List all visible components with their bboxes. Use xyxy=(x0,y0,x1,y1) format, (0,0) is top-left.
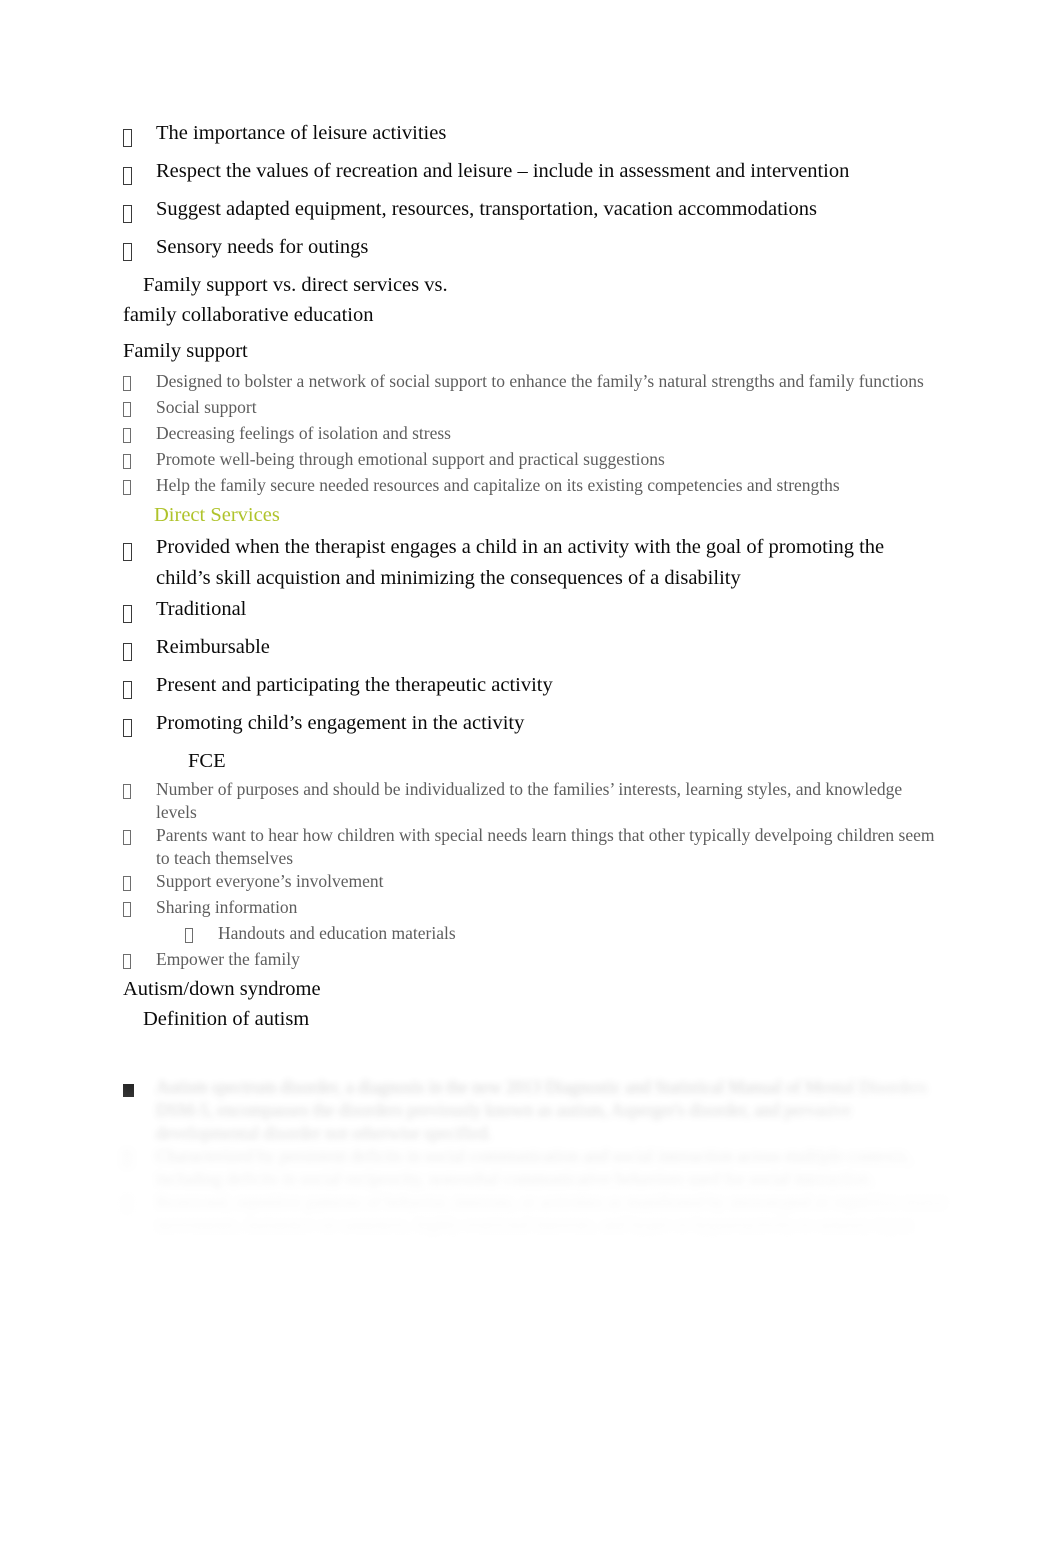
list-item-text: Promoting child’s engagement in the acti… xyxy=(156,712,525,734)
missing-glyph-box-icon xyxy=(123,370,156,396)
list-item-text: Reimbursable xyxy=(156,636,270,658)
list-item: Number of purposes and should be individ… xyxy=(123,778,941,824)
section-heading: Autism/down syndrome xyxy=(123,978,321,1000)
missing-glyph-box-icon xyxy=(185,922,218,948)
list-item-text: Characterized by persistent deficits in … xyxy=(156,1146,911,1189)
missing-glyph-box-icon xyxy=(123,118,156,156)
missing-glyph-box-icon xyxy=(123,474,156,500)
list-item: Handouts and education materials xyxy=(123,922,941,948)
missing-glyph-box-icon xyxy=(123,194,156,232)
list-item: Traditional xyxy=(123,594,941,632)
missing-glyph-box-icon xyxy=(123,396,156,422)
list-item-text: Help the family secure needed resources … xyxy=(156,475,840,495)
list-item-text: Restricted, repetitive patterns of behav… xyxy=(156,1192,946,1235)
list-item-text: Respect the values of recreation and lei… xyxy=(156,160,850,182)
list-item: Support everyone’s involvement xyxy=(123,870,941,896)
section-heading: Family support vs. direct services vs. xyxy=(143,274,448,296)
list-item: Autism spectrum disorder, a diagnosis in… xyxy=(123,1076,953,1145)
list-item-text: Sharing information xyxy=(156,897,298,917)
filled-square-bullet-icon xyxy=(123,1076,156,1102)
list-item-text: Sensory needs for outings xyxy=(156,236,369,258)
list-item-text: Present and participating the therapeuti… xyxy=(156,674,553,696)
list-item: The importance of leisure activities xyxy=(123,118,941,156)
subsection-heading: FCE xyxy=(188,750,226,772)
list-item: Reimbursable xyxy=(123,632,941,670)
missing-glyph-box-icon xyxy=(123,778,156,804)
document-page: The importance of leisure activities Res… xyxy=(0,0,1062,1556)
missing-glyph-box-icon xyxy=(123,708,156,746)
list-item: Restricted, repetitive patterns of behav… xyxy=(123,1191,953,1237)
list-item: Designed to bolster a network of social … xyxy=(123,370,941,396)
list-item: Help the family secure needed resources … xyxy=(123,474,941,500)
missing-glyph-box-icon xyxy=(123,1145,156,1171)
list-item-text: Number of purposes and should be individ… xyxy=(156,779,903,822)
list-item-text: Handouts and education materials xyxy=(218,923,456,943)
list-item: Decreasing feelings of isolation and str… xyxy=(123,422,941,448)
list-item: Social support xyxy=(123,396,941,422)
document-body: The importance of leisure activities Res… xyxy=(123,118,941,1034)
section-heading: family collaborative education xyxy=(123,304,374,326)
accent-section-heading: Direct Services xyxy=(154,504,280,526)
missing-glyph-box-icon xyxy=(123,422,156,448)
list-item-text: Social support xyxy=(156,397,257,417)
section-heading: Definition of autism xyxy=(143,1008,310,1030)
list-item: Sharing information xyxy=(123,896,941,922)
list-item-text: Designed to bolster a network of social … xyxy=(156,371,924,391)
missing-glyph-box-icon xyxy=(123,670,156,708)
missing-glyph-box-icon xyxy=(123,632,156,670)
list-item-text: Decreasing feelings of isolation and str… xyxy=(156,423,451,443)
missing-glyph-box-icon xyxy=(123,948,156,974)
list-item: Empower the family xyxy=(123,948,941,974)
missing-glyph-box-icon xyxy=(123,824,156,850)
missing-glyph-box-icon xyxy=(123,232,156,270)
missing-glyph-box-icon xyxy=(123,870,156,896)
list-item-text: Parents want to hear how children with s… xyxy=(156,825,935,868)
list-item-text: Empower the family xyxy=(156,949,300,969)
list-item: Promote well-being through emotional sup… xyxy=(123,448,941,474)
list-item-text: Autism spectrum disorder, a diagnosis in… xyxy=(156,1077,928,1143)
list-item-text: Support everyone’s involvement xyxy=(156,871,384,891)
missing-glyph-box-icon xyxy=(123,896,156,922)
list-item: Characterized by persistent deficits in … xyxy=(123,1145,953,1191)
missing-glyph-box-icon xyxy=(123,448,156,474)
list-item-text: Provided when the therapist engages a ch… xyxy=(156,536,885,589)
missing-glyph-box-icon xyxy=(123,532,156,570)
list-item: Provided when the therapist engages a ch… xyxy=(123,532,941,594)
faded-tail-content: Autism spectrum disorder, a diagnosis in… xyxy=(123,1076,953,1237)
missing-glyph-box-icon xyxy=(123,594,156,632)
list-item-text: The importance of leisure activities xyxy=(156,122,447,144)
list-item-text: Suggest adapted equipment, resources, tr… xyxy=(156,198,817,220)
missing-glyph-box-icon xyxy=(123,156,156,194)
list-item: Parents want to hear how children with s… xyxy=(123,824,941,870)
list-item: Sensory needs for outings xyxy=(123,232,941,270)
list-item: Promoting child’s engagement in the acti… xyxy=(123,708,941,746)
list-item-text: Traditional xyxy=(156,598,247,620)
list-item: Present and participating the therapeuti… xyxy=(123,670,941,708)
list-item-text: Promote well-being through emotional sup… xyxy=(156,449,665,469)
section-heading: Family support xyxy=(123,340,248,362)
list-item: Respect the values of recreation and lei… xyxy=(123,156,941,194)
list-item: Suggest adapted equipment, resources, tr… xyxy=(123,194,941,232)
missing-glyph-box-icon xyxy=(123,1191,156,1217)
